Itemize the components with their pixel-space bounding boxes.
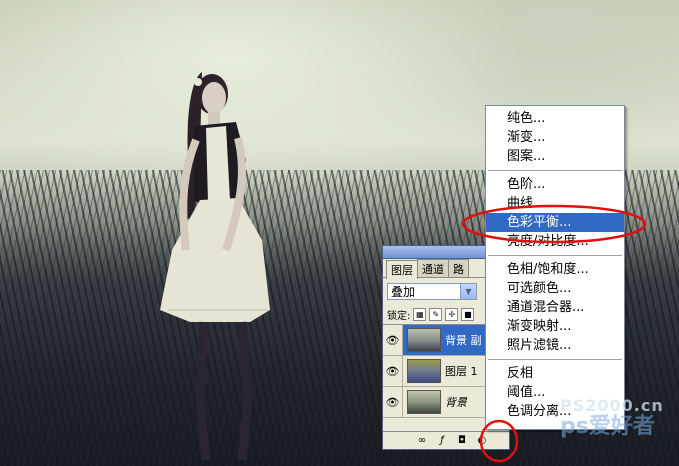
chevron-down-icon[interactable]: ▼ <box>460 283 476 299</box>
layer-thumbnail <box>407 390 441 414</box>
layer-name: 背景 <box>445 396 467 409</box>
lock-transparent-icon[interactable]: ▦ <box>413 307 427 321</box>
layer-thumbnail <box>407 328 441 352</box>
menu-item-channel-mixer[interactable]: 通道混合器... <box>486 298 624 317</box>
lock-image-icon[interactable]: ✎ <box>429 307 443 321</box>
menu-item-pattern[interactable]: 图案... <box>486 147 624 166</box>
menu-item-selective-color[interactable]: 可选颜色... <box>486 279 624 298</box>
lock-position-icon[interactable]: ✢ <box>445 307 459 321</box>
layer-name: 图层 1 <box>445 365 478 378</box>
blend-mode-dropdown[interactable]: 叠加 ▼ <box>387 282 477 300</box>
menu-item-levels[interactable]: 色阶... <box>486 175 624 194</box>
lock-all-icon[interactable]: ■ <box>461 307 475 321</box>
tab-channels[interactable]: 通道 <box>417 259 449 277</box>
layer-mask-icon[interactable]: ◘ <box>455 435 469 447</box>
menu-separator <box>488 359 622 360</box>
lock-label: 锁定: <box>387 310 411 322</box>
menu-separator <box>488 170 622 171</box>
watermark: PS2000.cn ps爱好者 <box>560 396 664 439</box>
tab-layers[interactable]: 图层 <box>386 260 418 279</box>
layer-thumbnail <box>407 359 441 383</box>
watermark-site: PS2000.cn <box>560 396 664 415</box>
menu-item-gradient[interactable]: 渐变... <box>486 128 624 147</box>
menu-item-solid-color[interactable]: 纯色... <box>486 109 624 128</box>
menu-item-gradient-map[interactable]: 渐变映射... <box>486 317 624 336</box>
watermark-name: ps爱好者 <box>560 414 655 439</box>
layer-name: 背景 副 <box>445 334 482 347</box>
adjustment-layer-menu: 纯色... 渐变... 图案... 色阶... 曲线... 色彩平衡... 亮度… <box>485 105 625 430</box>
menu-separator <box>488 255 622 256</box>
tab-paths[interactable]: 路 <box>448 259 469 277</box>
link-layers-icon[interactable]: ∞ <box>415 435 429 447</box>
menu-item-photo-filter[interactable]: 照片滤镜... <box>486 336 624 355</box>
eye-icon[interactable]: 👁 <box>383 387 403 417</box>
highlight-ellipse-annotation <box>461 204 647 244</box>
layer-style-icon[interactable]: ƒ <box>435 435 449 447</box>
girl-figure <box>160 72 270 461</box>
blend-mode-value: 叠加 <box>391 284 416 299</box>
eye-icon[interactable]: 👁 <box>383 356 403 386</box>
menu-item-invert[interactable]: 反相 <box>486 364 624 383</box>
highlight-circle-annotation <box>479 419 519 463</box>
menu-item-hue-saturation[interactable]: 色相/饱和度... <box>486 260 624 279</box>
eye-icon[interactable]: 👁 <box>383 325 403 355</box>
